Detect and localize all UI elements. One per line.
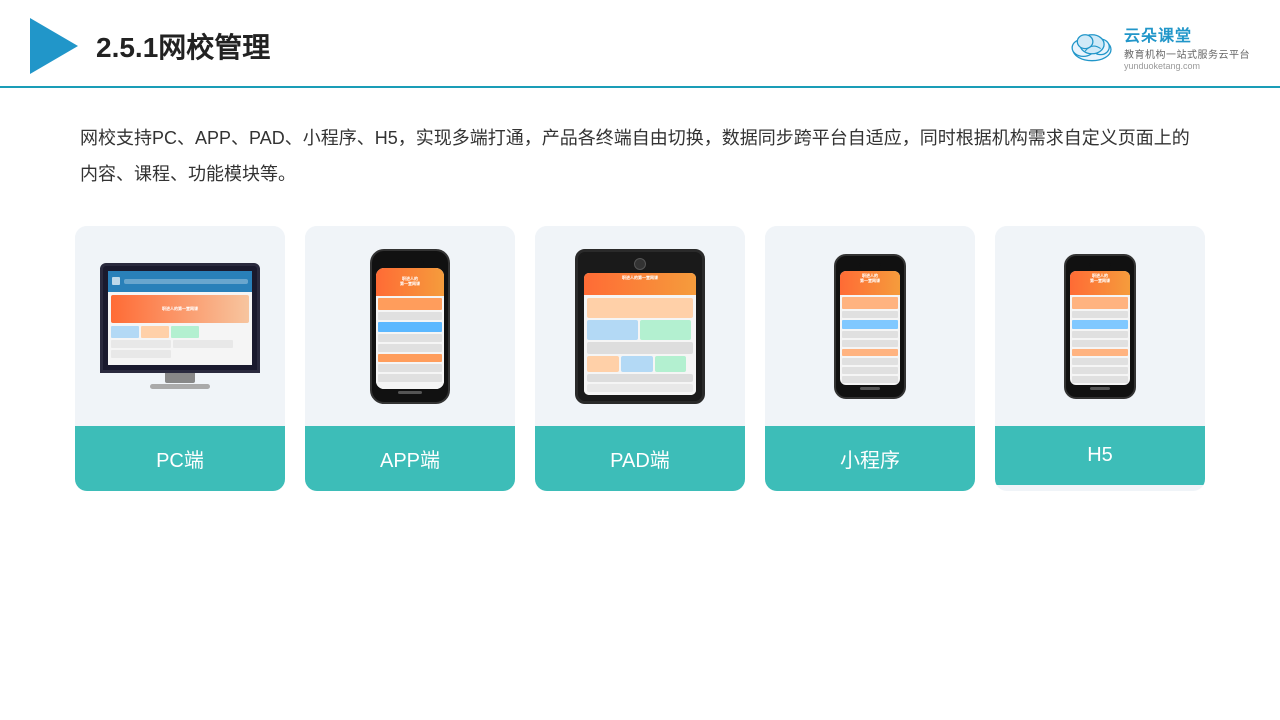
description-content: 网校支持PC、APP、PAD、小程序、H5，实现多端打通，产品各终端自由切换，数… <box>80 128 1190 184</box>
card-pad-image: 职进人的第一堂网课 <box>535 226 745 426</box>
card-mini-label: 小程序 <box>765 426 975 491</box>
play-triangle-icon <box>30 18 78 74</box>
brand-url: yunduoketang.com <box>1124 61 1200 71</box>
mini-device-mock: 职进人的第一堂网课 <box>834 254 906 399</box>
card-mini: 职进人的第一堂网课 小程序 <box>765 226 975 491</box>
cards-container: 职进人的第一堂网课 <box>0 216 1280 521</box>
card-pc-label: PC端 <box>75 426 285 491</box>
card-h5: 职进人的第一堂网课 H5 <box>995 226 1205 491</box>
header: 2.5.1网校管理 云朵课堂 教育机构一站式服务云平台 yunduoketang… <box>0 0 1280 88</box>
brand-slogan: 教育机构一站式服务云平台 <box>1124 46 1250 61</box>
card-h5-label: H5 <box>995 426 1205 485</box>
page-title: 2.5.1网校管理 <box>96 26 270 66</box>
card-pad: 职进人的第一堂网课 PAD端 <box>535 226 745 491</box>
pad-device-mock: 职进人的第一堂网课 <box>575 249 705 404</box>
card-mini-image: 职进人的第一堂网课 <box>765 226 975 426</box>
card-app-image: 职进人的第一堂网课 <box>305 226 515 426</box>
card-app: 职进人的第一堂网课 APP端 <box>305 226 515 491</box>
brand-logo: 云朵课堂 教育机构一站式服务云平台 yunduoketang.com <box>1066 22 1250 71</box>
header-left: 2.5.1网校管理 <box>30 18 270 74</box>
brand-name: 云朵课堂 <box>1124 22 1192 46</box>
cloud-icon <box>1066 27 1118 65</box>
h5-device-mock: 职进人的第一堂网课 <box>1064 254 1136 399</box>
card-pc-image: 职进人的第一堂网课 <box>75 226 285 426</box>
app-device-mock: 职进人的第一堂网课 <box>370 249 450 404</box>
brand-text: 云朵课堂 教育机构一站式服务云平台 yunduoketang.com <box>1124 22 1250 71</box>
card-pc: 职进人的第一堂网课 <box>75 226 285 491</box>
card-app-label: APP端 <box>305 426 515 491</box>
description-text: 网校支持PC、APP、PAD、小程序、H5，实现多端打通，产品各终端自由切换，数… <box>0 88 1280 216</box>
header-right: 云朵课堂 教育机构一站式服务云平台 yunduoketang.com <box>1066 22 1250 71</box>
card-pad-label: PAD端 <box>535 426 745 491</box>
card-h5-image: 职进人的第一堂网课 <box>995 226 1205 426</box>
pc-device-mock: 职进人的第一堂网课 <box>95 263 265 389</box>
